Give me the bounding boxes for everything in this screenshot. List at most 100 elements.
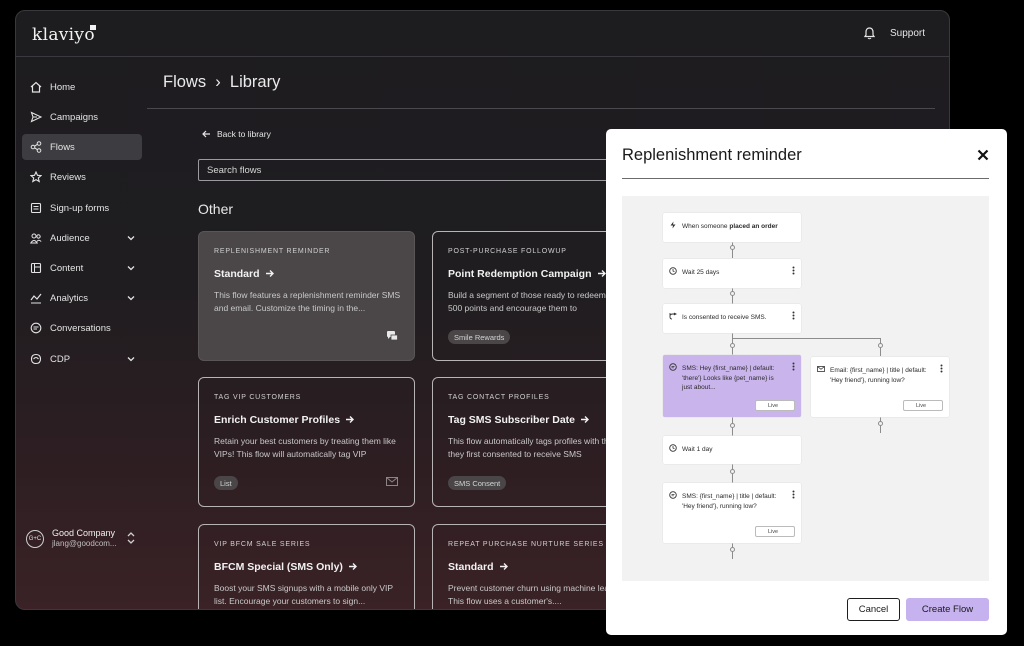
card-title: Tag SMS Subscriber Date (448, 414, 590, 426)
split-text: Is consented to receive SMS. (682, 314, 767, 321)
close-icon[interactable] (977, 149, 989, 161)
flow-template-card[interactable]: VIP BFCM SALE SERIES BFCM Special (SMS On… (198, 524, 415, 609)
sidebar-item-audience[interactable]: Audience (22, 225, 142, 251)
card-tag: Smile Rewards (448, 330, 511, 344)
arrow-right-icon (581, 416, 590, 423)
sidebar-item-label: Home (50, 81, 76, 93)
sidebar-item-content[interactable]: Content (22, 255, 142, 281)
card-tag: SMS Consent (448, 476, 507, 490)
content-icon (30, 262, 42, 274)
back-label: Back to library (217, 129, 271, 139)
clock-icon (669, 444, 677, 452)
flow-trigger-node[interactable]: When someone placed an order (663, 213, 801, 242)
sidebar-item-label: CDP (50, 353, 71, 365)
analytics-icon (30, 293, 42, 304)
more-icon[interactable] (792, 266, 795, 275)
sidebar-item-reviews[interactable]: Reviews (22, 164, 142, 190)
sidebar-item-campaigns[interactable]: Campaigns (22, 104, 142, 130)
search-input[interactable]: Search flows (198, 159, 628, 181)
sidebar-item-label: Analytics (50, 292, 89, 304)
klaviyo-logo[interactable]: klaviyo (32, 25, 95, 45)
status-select[interactable]: Live (755, 526, 795, 537)
chevron-down-icon (127, 266, 135, 271)
wait-node[interactable]: Wait 25 days (663, 259, 801, 288)
more-icon[interactable] (792, 362, 795, 371)
sidebar-item-home[interactable]: Home (22, 74, 142, 100)
connector-dot (730, 423, 735, 428)
card-title-text: BFCM Special (SMS Only) (214, 561, 343, 573)
status-select[interactable]: Live (903, 400, 943, 411)
sidebar-item-cdp[interactable]: CDP (22, 346, 142, 372)
wait-text: Wait 1 day (682, 446, 713, 453)
account-email: jlang@goodcom... (52, 539, 117, 548)
status-label: Live (768, 402, 779, 409)
account-name: Good Company (52, 528, 116, 538)
flow-preview-modal: Replenishment reminder When someone plac… (606, 129, 1007, 635)
back-to-library-link[interactable]: Back to library (202, 129, 271, 139)
trigger-text: When someone placed an order (682, 222, 778, 232)
card-category: POST-PURCHASE FOLLOWUP (448, 248, 567, 255)
sms-node[interactable]: SMS: Hey {first_name} | default: 'there'… (663, 355, 801, 417)
card-title: BFCM Special (SMS Only) (214, 561, 357, 573)
more-icon[interactable] (792, 311, 795, 320)
avatar: G+C (26, 530, 44, 548)
sidebar-item-conversations[interactable]: Conversations (22, 315, 142, 341)
more-icon[interactable] (940, 364, 943, 373)
sidebar-item-analytics[interactable]: Analytics (22, 285, 142, 311)
sms-icon (669, 491, 677, 499)
card-description: Retain your best customers by treating t… (214, 436, 396, 459)
audience-icon (30, 233, 42, 244)
star-icon (30, 171, 42, 183)
sms-node[interactable]: SMS: {first_name} | title | default: 'He… (663, 483, 801, 543)
trigger-event: placed an order (729, 223, 778, 230)
more-icon[interactable] (792, 490, 795, 499)
card-category: TAG CONTACT PROFILES (448, 394, 550, 401)
chevron-down-icon (127, 236, 135, 241)
account-switcher[interactable]: G+C Good Company jlang@goodcom... (26, 526, 141, 556)
card-title-text: Standard (214, 268, 260, 280)
status-select[interactable]: Live (755, 400, 795, 411)
chevron-down-icon (127, 296, 135, 301)
divider (147, 108, 935, 109)
arrow-left-icon (202, 130, 210, 138)
connector-dot (730, 547, 735, 552)
card-tag: List (214, 476, 238, 490)
connector-dot (878, 343, 883, 348)
wait-node[interactable]: Wait 1 day (663, 436, 801, 464)
envelope-icon (817, 366, 825, 372)
bell-icon[interactable] (864, 27, 875, 40)
email-node[interactable]: Email: {first_name} | title | default: '… (811, 357, 949, 417)
connector-dot (730, 343, 735, 348)
card-description: This flow features a replenishment remin… (214, 290, 401, 313)
connector-dot (730, 469, 735, 474)
home-icon (30, 81, 42, 93)
connector-dot (730, 291, 735, 296)
sidebar-item-label: Flows (50, 141, 75, 153)
sidebar-item-flows[interactable]: Flows (22, 134, 142, 160)
sidebar-item-label: Sign-up forms (50, 202, 110, 214)
create-flow-button[interactable]: Create Flow (906, 598, 989, 621)
arrow-right-icon (346, 416, 355, 423)
card-title: Enrich Customer Profiles (214, 414, 355, 426)
flow-template-card[interactable]: REPLENISHMENT REMINDER Standard This flow … (198, 231, 415, 361)
support-link[interactable]: Support (890, 28, 925, 39)
lightning-icon (670, 221, 676, 229)
email-text: Email: {first_name} | title | default: '… (830, 367, 927, 384)
cancel-button[interactable]: Cancel (847, 598, 900, 621)
flow-template-card[interactable]: TAG VIP CUSTOMERS Enrich Customer Profile… (198, 377, 415, 507)
sidebar-item-sign-up-forms[interactable]: Sign-up forms (22, 195, 142, 221)
divider (622, 178, 989, 179)
form-icon (30, 202, 42, 214)
send-icon (30, 111, 42, 123)
card-category: REPEAT PURCHASE NURTURE SERIES (448, 541, 604, 548)
card-title-text: Point Redemption Campaign (448, 268, 592, 280)
sms-text: SMS: Hey {first_name} | default: 'there'… (682, 365, 775, 391)
sms-text: SMS: {first_name} | title | default: 'He… (682, 493, 777, 510)
modal-title: Replenishment reminder (622, 146, 802, 164)
flow-diagram: When someone placed an order Wait 25 day… (622, 196, 989, 581)
card-category: REPLENISHMENT REMINDER (214, 248, 331, 255)
sidebar-item-label: Conversations (50, 322, 111, 334)
logo-flag-icon (90, 25, 96, 30)
split-node[interactable]: Is consented to receive SMS. (663, 304, 801, 333)
status-label: Live (916, 402, 927, 409)
